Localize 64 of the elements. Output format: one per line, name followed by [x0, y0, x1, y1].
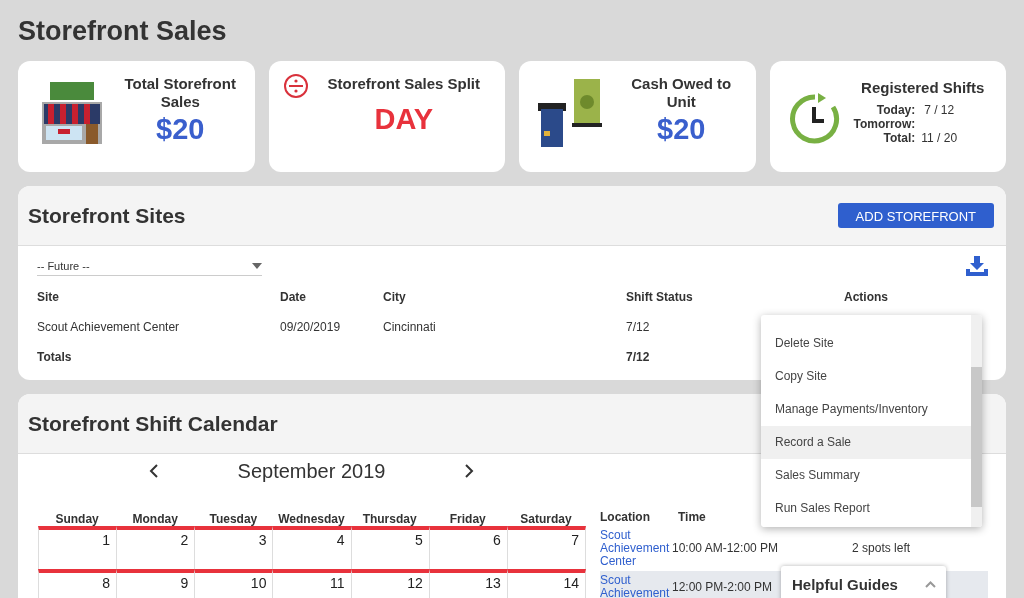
calendar-day[interactable]: 8 — [38, 569, 118, 598]
previous-month-icon[interactable] — [148, 464, 158, 478]
column-header: Actions — [844, 289, 889, 306]
card-title: Storefront Sales Split — [327, 75, 480, 93]
menu-item[interactable]: Copy Site — [761, 360, 971, 393]
card-title: Cash Owed to Unit — [630, 75, 733, 111]
totals-cell: 7/12 — [626, 350, 650, 364]
weekday-header: Wednesday — [277, 512, 346, 526]
menu-item[interactable]: Record a Sale — [761, 426, 971, 459]
shift-time: 12:00 PM-2:00 PM — [672, 580, 773, 594]
shift-label: Today: — [875, 103, 916, 117]
storefront-drawing — [42, 82, 102, 144]
table-cell: Cincinnati — [383, 320, 436, 334]
shift-time: 10:00 AM-12:00 PM — [672, 542, 779, 555]
month-title: September 2019 — [237, 459, 386, 483]
chevron-up-icon[interactable] — [925, 581, 936, 588]
calendar-day[interactable]: 14 — [506, 569, 586, 598]
menu-item[interactable]: Run Sales Report — [761, 492, 971, 525]
column-header: Time — [678, 510, 706, 526]
table-cell: Scout Achievement Center — [37, 320, 180, 334]
menu-item[interactable]: Manage Payments/Inventory — [761, 393, 971, 426]
next-month-icon[interactable] — [465, 464, 475, 478]
weekday-header: Monday — [131, 512, 179, 526]
spots-left: 2 spots left — [852, 542, 911, 555]
calendar-day[interactable]: 7 — [506, 526, 586, 569]
shift-label: Total: — [882, 131, 916, 145]
calendar-day[interactable]: 1 — [38, 526, 118, 569]
card-value: $20 — [156, 113, 205, 146]
column-header: Date — [280, 282, 383, 312]
helpful-guides-menu[interactable]: Helpful Guides — [781, 566, 946, 598]
location-link[interactable]: Scout Achievement Center — [600, 529, 668, 568]
clock-icon — [788, 93, 841, 145]
table-cell: 09/20/2019 — [280, 320, 341, 334]
menu-item[interactable]: Sales Summary — [761, 459, 971, 492]
column-header: Shift Status — [626, 282, 844, 312]
divide-icon — [282, 73, 309, 99]
shift-count: 11 / 20 — [921, 131, 958, 145]
filter-dropdown[interactable]: -- Future -- — [37, 256, 262, 276]
card-value: $20 — [657, 113, 706, 146]
download-icon[interactable] — [966, 256, 988, 276]
weekday-header: Saturday — [519, 512, 573, 526]
weekday-header: Thursday — [361, 512, 418, 526]
weekday-header: Sunday — [54, 512, 100, 526]
weekday-header: Friday — [448, 512, 487, 526]
card-value: DAY — [374, 103, 434, 136]
page-title: Storefront Sales — [18, 16, 227, 47]
caret-icon — [252, 263, 262, 269]
panel-title: Storefront Shift Calendar — [28, 411, 278, 436]
totals-label: Totals — [37, 350, 72, 364]
shift-count: 7 / 12 — [923, 103, 956, 117]
column-header: Site — [37, 282, 280, 312]
column-header: City — [383, 282, 626, 312]
card-title: Total Storefront Sales — [123, 75, 237, 111]
column-header: Location — [600, 510, 651, 526]
panel-title: Storefront Sites — [28, 203, 186, 228]
add-storefront-button[interactable]: ADD STOREFRONT — [837, 203, 994, 228]
shift-label: Tomorrow: — [853, 117, 916, 131]
menu-item[interactable]: Delete Site — [761, 327, 971, 360]
table-cell: 7/12 — [626, 320, 650, 334]
card-title: Registered Shifts — [861, 79, 985, 97]
helpful-guides-title[interactable]: Helpful Guides — [792, 576, 898, 593]
scrollbar-thumb[interactable] — [971, 367, 982, 507]
location-link[interactable]: Scout Achievement — [600, 574, 668, 598]
weekday-header: Tuesday — [208, 512, 259, 526]
